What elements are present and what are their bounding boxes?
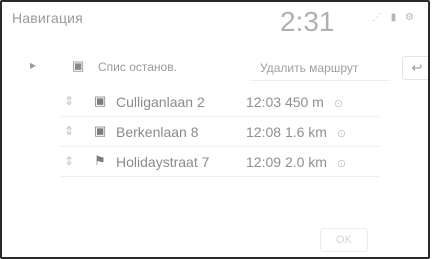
status-icons: ⋰ ▮ ⚙ bbox=[372, 12, 418, 23]
reorder-handle-icon[interactable]: ⇕ bbox=[64, 94, 74, 108]
header-bar: Навигация 2:31 ⋰ ▮ ⚙ bbox=[2, 2, 428, 44]
reorder-handle-icon[interactable]: ⇕ bbox=[64, 154, 74, 168]
stop-list-icon: ▣ bbox=[72, 58, 85, 73]
list-item[interactable]: ⇕ ▣ Berkenlaan 8 12:08 1.6 km ⊙ bbox=[2, 117, 428, 147]
return-icon: ↩ bbox=[411, 60, 423, 75]
stop-name: Culliganlaan 2 bbox=[116, 94, 205, 110]
stop-eta-distance: 12:09 2.0 km ⊙ bbox=[246, 154, 346, 170]
list-item[interactable]: ⇕ ▣ Culliganlaan 2 12:03 450 m ⊙ bbox=[2, 87, 428, 117]
stop-list-label: Спис останов. bbox=[98, 60, 177, 74]
delete-route-button[interactable]: Удалить маршрут bbox=[250, 58, 390, 81]
stop-name: Holidaystraat 7 bbox=[116, 154, 210, 170]
reorder-handle-icon[interactable]: ⇕ bbox=[64, 124, 74, 138]
stop-options-icon[interactable]: ⊙ bbox=[337, 128, 346, 140]
stop-list-toolbar: ▸ ▣ Спис останов. Удалить маршрут ↩ bbox=[14, 54, 428, 81]
clock: 2:31 bbox=[280, 6, 335, 37]
stop-eta-distance: 12:03 450 m ⊙ bbox=[246, 94, 343, 110]
building-icon: ▣ bbox=[94, 93, 107, 108]
collapse-arrow-icon[interactable]: ▸ bbox=[30, 58, 36, 72]
navigation-screen: Навигация 2:31 ⋰ ▮ ⚙ ▸ ▣ Спис останов. У… bbox=[0, 0, 430, 259]
screen-title: Навигация bbox=[12, 10, 83, 26]
stop-options-icon[interactable]: ⊙ bbox=[334, 98, 343, 110]
stop-eta-distance: 12:08 1.6 km ⊙ bbox=[246, 124, 346, 140]
stop-time: 12:08 bbox=[246, 124, 282, 140]
divider bbox=[60, 176, 380, 177]
stop-time: 12:03 bbox=[246, 94, 282, 110]
ok-label: OK bbox=[336, 234, 352, 246]
delete-route-label: Удалить маршрут bbox=[260, 61, 359, 75]
stop-time: 12:09 bbox=[246, 154, 282, 170]
stop-distance: 1.6 km bbox=[284, 124, 327, 140]
stop-distance: 2.0 km bbox=[284, 154, 327, 170]
stop-distance: 450 m bbox=[284, 94, 324, 110]
ok-button[interactable]: OK bbox=[320, 228, 368, 252]
building-icon: ▣ bbox=[94, 123, 107, 138]
return-button[interactable]: ↩ bbox=[402, 56, 428, 80]
stop-options-icon[interactable]: ⊙ bbox=[337, 158, 346, 170]
destination-flag-icon: ⚑ bbox=[94, 153, 106, 168]
list-item[interactable]: ⇕ ⚑ Holidaystraat 7 12:09 2.0 km ⊙ bbox=[2, 147, 428, 177]
stop-name: Berkenlaan 8 bbox=[116, 124, 199, 140]
